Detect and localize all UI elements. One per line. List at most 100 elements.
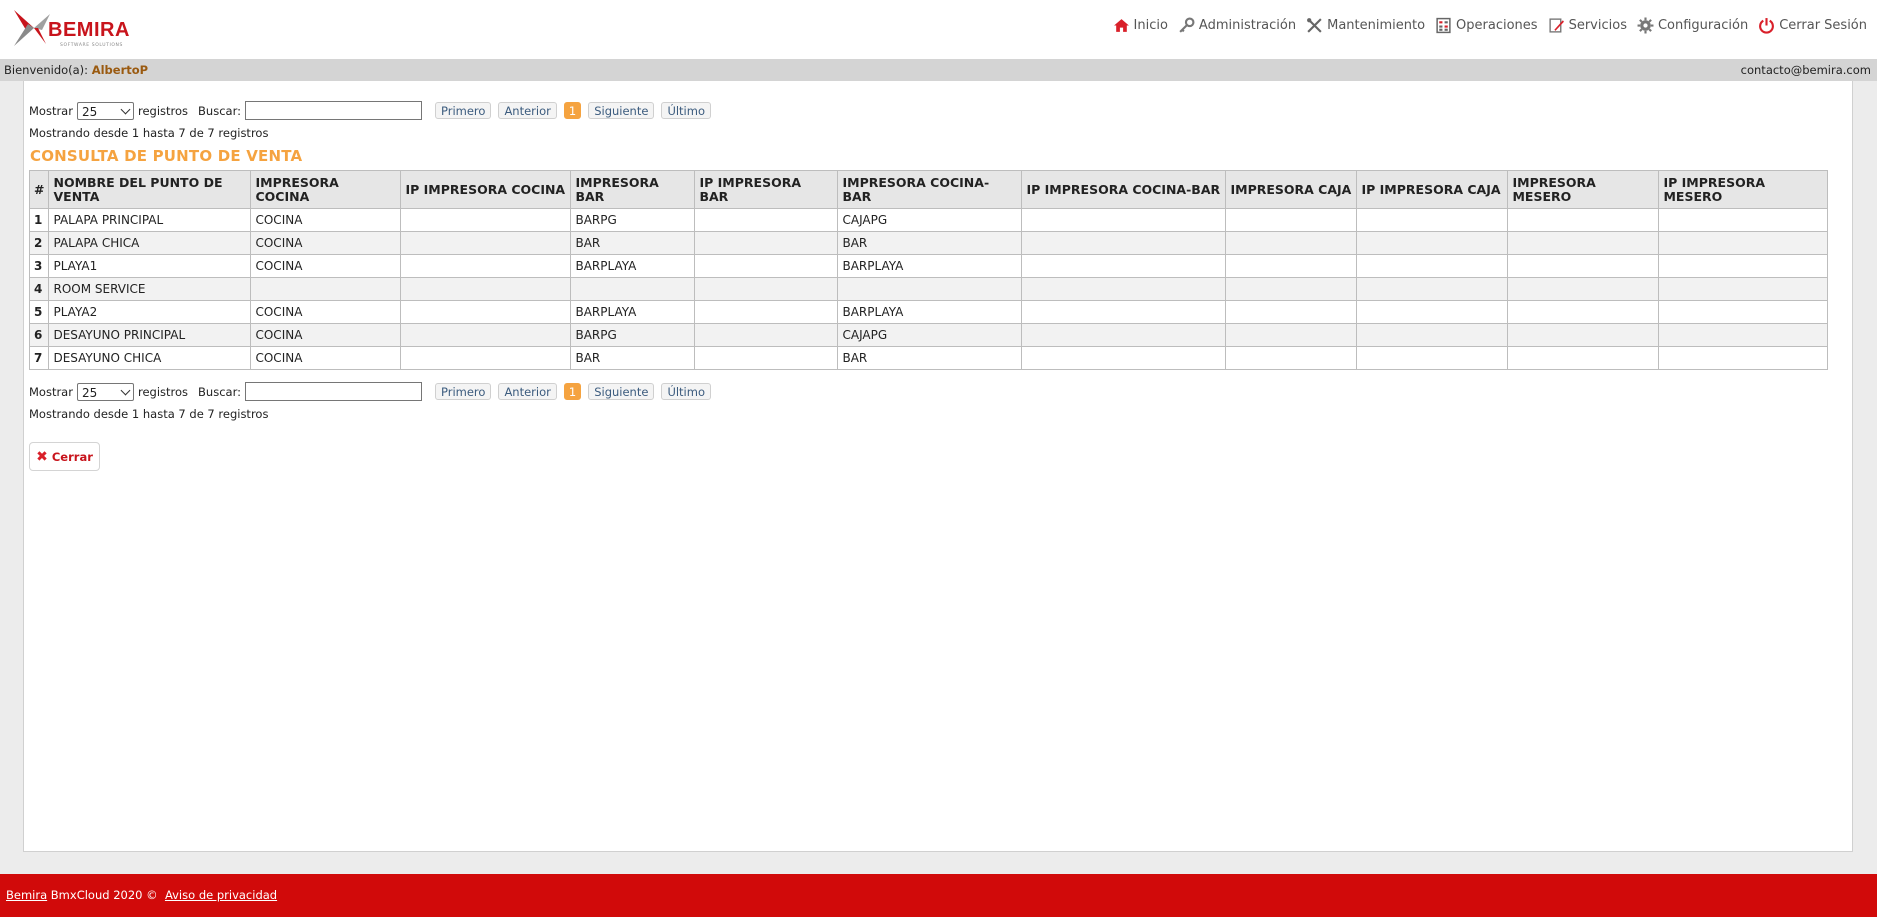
table-cell (1507, 300, 1660, 324)
table-cell: BARPLAYA (837, 300, 1023, 324)
footer-content: Bemira BmxCloud 2020 © Aviso de privacid… (6, 888, 277, 902)
col-ip-impresora-mesero[interactable]: IP IMPRESORA MESERO (1658, 170, 1829, 209)
nav-label: Servicios (1568, 18, 1627, 33)
table-cell (1507, 254, 1660, 278)
table-cell (1225, 300, 1358, 324)
search-input[interactable] (244, 101, 422, 120)
table-cell: COCINA (250, 254, 402, 278)
table-row[interactable]: 2 PALAPA CHICA COCINA BAR BAR (28, 231, 1829, 255)
welcome-text: Bienvenido(a): AlbertoP (4, 59, 148, 81)
page-size-value: 25 (81, 104, 98, 119)
points-of-sale-table: # NOMBRE DEL PUNTO DE VENTA IMPRESORA CO… (28, 170, 1829, 370)
table-cell (400, 346, 572, 370)
col-impresora-cocina-bar[interactable]: IMPRESORA COCINA-BAR (837, 170, 1023, 209)
table-cell: BAR (570, 231, 696, 255)
table-cell: BARPLAYA (570, 254, 696, 278)
table-cell: BAR (570, 346, 696, 370)
table-row[interactable]: 5 PLAYA2 COCINA BARPLAYA BARPLAYA (28, 300, 1829, 324)
table-cell (400, 277, 572, 301)
prev-page-button[interactable]: Anterior (498, 102, 557, 119)
contact-email: contacto@bemira.com (1740, 63, 1871, 77)
content-panel: Mostrar 25 registros Buscar: Primero Ant… (23, 81, 1853, 852)
page-title: CONSULTA DE PUNTO DE VENTA (30, 147, 303, 165)
nav-configuracion[interactable]: Configuración (1637, 17, 1748, 34)
edit-icon (1549, 18, 1564, 33)
table-row[interactable]: 4 ROOM SERVICE (28, 277, 1829, 301)
col-ip-impresora-bar[interactable]: IP IMPRESORA BAR (694, 170, 839, 209)
table-row[interactable]: 6 DESAYUNO PRINCIPAL COCINA BARPG CAJAPG (28, 323, 1829, 347)
table-row[interactable]: 1 PALAPA PRINCIPAL COCINA BARPG CAJAPG (28, 208, 1829, 232)
table-cell (1507, 323, 1660, 347)
table-row[interactable]: 7 DESAYUNO CHICA COCINA BAR BAR (28, 346, 1829, 370)
records-info-top: Mostrando desde 1 hasta 7 de 7 registros (29, 126, 269, 140)
close-button[interactable]: ✖ Cerrar (29, 442, 100, 471)
nav-operaciones[interactable]: Operaciones (1435, 17, 1538, 34)
table-cell (400, 231, 572, 255)
table-cell (1507, 231, 1660, 255)
col-impresora-bar[interactable]: IMPRESORA BAR (570, 170, 696, 209)
nav-inicio[interactable]: Inicio (1113, 17, 1168, 34)
table-cell (694, 254, 839, 278)
pagination: Primero Anterior 1 Siguiente Último (434, 383, 718, 400)
table-cell (570, 277, 696, 301)
table-cell: COCINA (250, 208, 402, 232)
table-cell (1658, 346, 1829, 370)
footer-brand-link[interactable]: Bemira (6, 888, 47, 902)
nav-cerrar-sesion[interactable]: Cerrar Sesión (1758, 17, 1867, 34)
table-cell: PLAYA2 (48, 300, 252, 324)
show-label: Mostrar (29, 103, 73, 118)
col-impresora-caja[interactable]: IMPRESORA CAJA (1225, 170, 1358, 209)
table-cell (1658, 254, 1829, 278)
search-input[interactable] (244, 382, 422, 401)
col-number[interactable]: # (28, 170, 50, 209)
next-page-button[interactable]: Siguiente (588, 102, 655, 119)
table-cell: PALAPA CHICA (48, 231, 252, 255)
table-cell (1356, 346, 1509, 370)
table-cell (1356, 231, 1509, 255)
table-cell (1356, 254, 1509, 278)
table-cell: COCINA (250, 231, 402, 255)
col-nombre[interactable]: NOMBRE DEL PUNTO DE VENTA (48, 170, 252, 209)
table-cell (1021, 277, 1227, 301)
search-label: Buscar: (198, 103, 241, 118)
welcome-bar: Bienvenido(a): AlbertoP contacto@bemira.… (0, 59, 1877, 81)
table-row[interactable]: 3 PLAYA1 COCINA BARPLAYA BARPLAYA (28, 254, 1829, 278)
table-cell (1356, 277, 1509, 301)
page-size-select[interactable]: 25 (76, 101, 134, 120)
table-cell (1658, 208, 1829, 232)
current-page-button[interactable]: 1 (563, 383, 582, 400)
table-cell (694, 277, 839, 301)
calculator-icon (1436, 17, 1451, 34)
nav-label: Cerrar Sesión (1779, 18, 1867, 33)
prev-page-button[interactable]: Anterior (498, 383, 557, 400)
nav-administracion[interactable]: Administración (1178, 17, 1296, 34)
first-page-button[interactable]: Primero (434, 383, 492, 400)
nav-servicios[interactable]: Servicios (1548, 17, 1627, 34)
col-ip-impresora-cocina-bar[interactable]: IP IMPRESORA COCINA-BAR (1021, 170, 1227, 209)
row-number-cell: 2 (28, 231, 50, 255)
col-ip-impresora-cocina[interactable]: IP IMPRESORA COCINA (400, 170, 572, 209)
records-info-bottom: Mostrando desde 1 hasta 7 de 7 registros (29, 407, 269, 421)
row-number-cell: 5 (28, 300, 50, 324)
pagination: Primero Anterior 1 Siguiente Último (434, 102, 718, 119)
nav-label: Configuración (1657, 18, 1749, 33)
table-cell (400, 208, 572, 232)
col-impresora-cocina[interactable]: IMPRESORA COCINA (250, 170, 402, 209)
table-cell (1021, 323, 1227, 347)
page-size-select[interactable]: 25 (76, 382, 134, 401)
col-impresora-mesero[interactable]: IMPRESORA MESERO (1507, 170, 1660, 209)
privacy-link[interactable]: Aviso de privacidad (165, 888, 277, 902)
table-cell: PALAPA PRINCIPAL (48, 208, 252, 232)
current-page-button[interactable]: 1 (563, 102, 582, 119)
table-cell (1021, 300, 1227, 324)
last-page-button[interactable]: Último (661, 102, 711, 119)
table-cell (1356, 323, 1509, 347)
next-page-button[interactable]: Siguiente (588, 383, 655, 400)
first-page-button[interactable]: Primero (434, 102, 492, 119)
nav-mantenimiento[interactable]: Mantenimiento (1306, 17, 1425, 34)
records-label: registros (137, 384, 189, 399)
col-ip-impresora-caja[interactable]: IP IMPRESORA CAJA (1356, 170, 1509, 209)
last-page-button[interactable]: Último (661, 383, 711, 400)
table-cell: BARPG (570, 323, 696, 347)
bemira-logo[interactable]: BEMIRA SOFTWARE SOLUTIONS (12, 8, 142, 48)
